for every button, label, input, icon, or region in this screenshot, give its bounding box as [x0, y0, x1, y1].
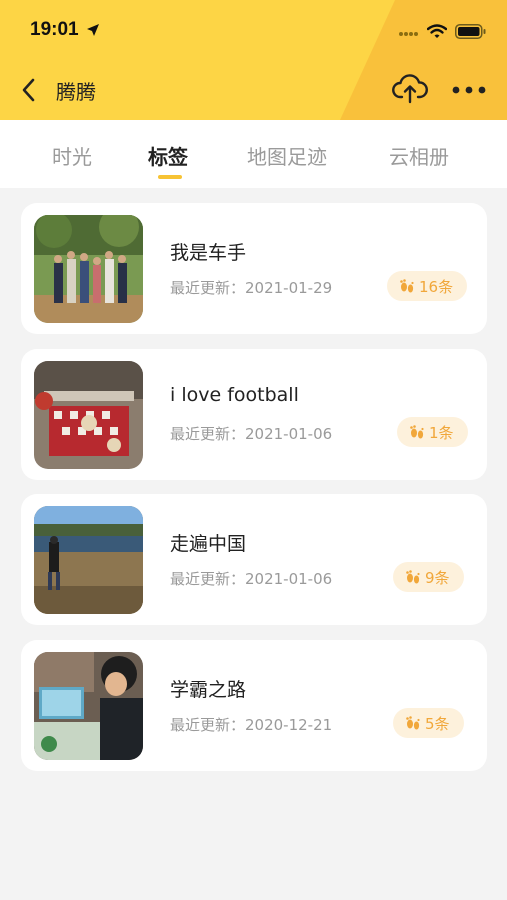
entry-count: 16条 [419, 277, 454, 296]
tab-time[interactable]: 时光 [52, 141, 92, 170]
tag-thumbnail [34, 652, 143, 760]
active-tab-indicator [158, 175, 182, 179]
tab-map-footprints[interactable]: 地图足迹 [247, 141, 327, 170]
tag-title: 学霸之路 [170, 679, 247, 701]
entry-count: 5条 [425, 714, 450, 733]
tag-card[interactable]: 学霸之路 最近更新：2020-12-21 5条 [21, 640, 487, 771]
tag-title: 我是车手 [170, 242, 247, 264]
footprint-icon [410, 425, 424, 439]
tag-updated-date: 最近更新：2021-01-06 [170, 425, 333, 443]
entry-count-badge: 5条 [393, 708, 464, 738]
status-time: 19:01 [30, 19, 79, 40]
entry-count-badge: 9条 [393, 562, 464, 592]
footprint-icon [406, 716, 420, 730]
tag-thumbnail [34, 361, 143, 469]
entry-count: 9条 [425, 568, 450, 587]
more-dots-icon [452, 86, 486, 94]
footprint-icon [406, 570, 420, 584]
tab-tags[interactable]: 标签 [148, 141, 188, 170]
tag-thumbnail [34, 215, 143, 323]
wifi-icon [427, 24, 447, 38]
tag-updated-date: 最近更新：2021-01-06 [170, 570, 333, 588]
entry-count: 1条 [429, 423, 454, 442]
tab-bar: 时光 标签 地图足迹 云相册 [0, 120, 507, 188]
upload-button[interactable] [392, 73, 428, 105]
entry-count-badge: 16条 [387, 271, 468, 301]
battery-icon [455, 24, 486, 39]
tag-updated-date: 最近更新：2021-01-29 [170, 279, 333, 297]
tag-card[interactable]: 我是车手 最近更新：2021-01-29 16条 [21, 203, 487, 334]
more-button[interactable] [451, 82, 487, 96]
cloud-upload-icon [392, 74, 428, 104]
tag-thumbnail [34, 506, 143, 614]
tag-title: 走遍中国 [170, 533, 247, 555]
back-arrow-icon [22, 78, 35, 102]
tag-title: i love football [170, 384, 299, 406]
header-bar: 19:01 腾腾 [0, 0, 507, 120]
location-arrow-icon [87, 24, 99, 36]
tag-updated-date: 最近更新：2020-12-21 [170, 716, 333, 734]
tab-cloud-album[interactable]: 云相册 [389, 141, 449, 170]
entry-count-badge: 1条 [397, 417, 468, 447]
page-title: 腾腾 [56, 80, 96, 104]
footprint-icon [400, 279, 414, 293]
tag-card[interactable]: i love football 最近更新：2021-01-06 1条 [21, 349, 487, 480]
tag-card[interactable]: 走遍中国 最近更新：2021-01-06 9条 [21, 494, 487, 625]
signal-icon [399, 32, 418, 36]
back-button[interactable] [18, 75, 44, 105]
